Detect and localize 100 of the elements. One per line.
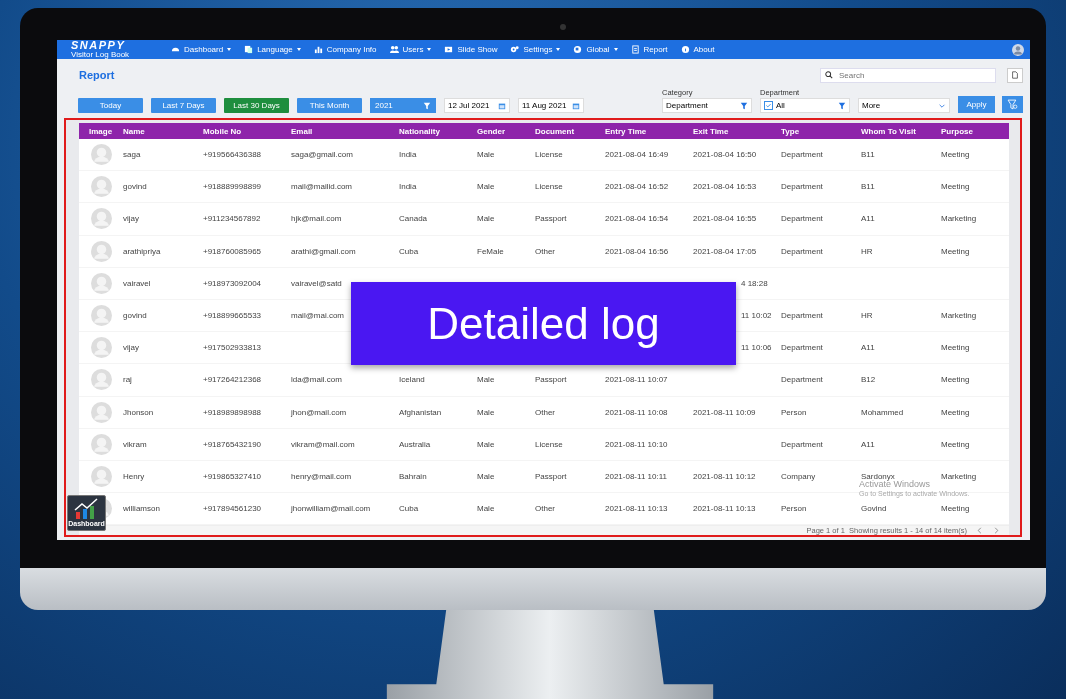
table-cell: henry@mail.com [291,471,352,481]
table-cell: 2021-08-11 10:08 [605,407,668,417]
table-cell: vikram [123,439,147,449]
menu-item[interactable]: Slide Show [444,45,498,54]
table-cell: 11 10:06 [741,343,772,353]
table-cell: +911234567892 [203,214,261,224]
table-cell: Other [535,407,555,417]
table-cell: Passport [535,471,567,481]
table-cell: +918765432190 [203,439,262,449]
table-cell: Mohammed [861,407,904,417]
table-cell: License [535,150,563,160]
table-cell: FeMale [477,246,504,256]
table-cell: A11 [861,439,875,449]
table-cell: hjk@mail.com [291,214,342,224]
menu-item[interactable]: About [680,45,715,54]
date-field[interactable]: 11 Aug 2021 [518,98,584,113]
column-header[interactable]: Name [123,126,203,136]
table-cell: vijay [123,343,139,353]
table-cell: arathi@gmail.com [291,246,356,256]
table-cell: Meeting [941,439,970,449]
table-cell: raj [123,375,132,385]
table-cell: Other [535,504,555,514]
table-cell: 2021-08-11 10:11 [605,471,667,481]
column-header[interactable]: Nationality [399,126,477,136]
table-cell: 2021-08-04 17:05 [693,246,757,256]
table-cell: saga@gmail.com [291,150,353,160]
column-header[interactable]: Type [781,126,861,136]
table-cell: Meeting [941,375,970,385]
table-cell: Jhonson [123,407,154,417]
search-field[interactable]: Search [820,67,996,83]
table-cell: India [399,150,417,160]
table-cell: Canada [399,214,428,224]
menu-item[interactable]: Company Info [313,45,377,54]
table-cell: +918989898988 [203,407,262,417]
more-select[interactable]: More [858,98,950,113]
table-cell: +918889998899 [203,182,262,192]
category-select[interactable]: Department [662,98,752,113]
table-cell: Cuba [399,246,419,256]
table-cell: Passport [535,375,567,385]
table-cell: Sardonyx [861,471,895,481]
column-header[interactable]: Mobile No [203,126,291,136]
table-cell: Meeting [941,343,970,353]
table-cell: Australia [399,439,431,449]
table-cell: 2021-08-11 10:13 [605,504,668,514]
menu-item[interactable]: Report [630,45,668,54]
table-cell: vairavel@satd [291,278,342,288]
table-cell: Department [781,246,823,256]
table-cell: A11 [861,343,875,353]
table-cell: arathipriya [123,246,161,256]
table-cell: 2021-08-04 16:56 [605,246,669,256]
table-cell: Bahrain [399,471,427,481]
table-cell: License [535,439,563,449]
table-cell: vikram@mail.com [291,439,355,449]
table-cell: Male [477,439,495,449]
column-header[interactable]: Entry Time [605,126,693,136]
table-cell: India [399,182,417,192]
column-header[interactable]: Whom To Visit [861,126,941,136]
column-header[interactable]: Email [291,126,399,136]
table-cell: Henry [123,471,145,481]
table-cell: B12 [861,375,876,385]
table-cell: Govind [861,504,887,514]
date-range-button[interactable]: Last 30 Days [224,98,289,113]
table-cell: Passport [535,214,567,224]
app-logo: SNAPPY [71,40,127,51]
table-cell: HR [861,311,873,321]
table-cell: Department [781,150,823,160]
table-cell: License [535,182,563,192]
table-cell: Company [781,471,816,481]
multi-select-field[interactable]: All [760,98,850,113]
column-header[interactable]: Document [535,126,605,136]
table-cell: B11 [861,182,875,192]
menu-item[interactable]: Users [389,45,432,54]
table-cell: Male [477,471,495,481]
table-cell: Afghanistan [399,407,442,417]
column-header[interactable]: Exit Time [693,126,781,136]
table-cell: Cuba [399,504,419,514]
date-field[interactable]: 12 Jul 2021 [444,98,510,113]
menu-item[interactable]: Global [573,45,618,54]
table-cell: +918899665533 [203,311,262,321]
table-cell: 4 18:28 [741,278,768,288]
table-cell: Male [477,504,495,514]
table-cell: Marketing [941,471,977,481]
table-cell: Department [781,375,823,385]
table-cell: Meeting [941,182,970,192]
column-header[interactable]: Gender [477,126,535,136]
menu-item[interactable]: Dashboard [171,45,232,54]
table-cell: Department [781,343,823,353]
column-header[interactable]: Purpose [941,126,1009,136]
column-header[interactable]: Image [79,126,123,136]
menu-item[interactable]: Settings [510,45,561,54]
table-cell: A11 [861,214,875,224]
table-cell: +917264212368 [203,375,262,385]
table-cell: 2021-08-11 10:07 [605,375,668,385]
table-cell: Meeting [941,407,970,417]
table-cell: jhon@mail.com [291,407,347,417]
table-cell: vairavel [123,278,151,288]
table-cell: 2021-08-04 16:54 [605,214,669,224]
table-cell: Male [477,214,495,224]
menu-item[interactable]: Language [244,45,301,54]
table-cell: vijay [123,214,139,224]
